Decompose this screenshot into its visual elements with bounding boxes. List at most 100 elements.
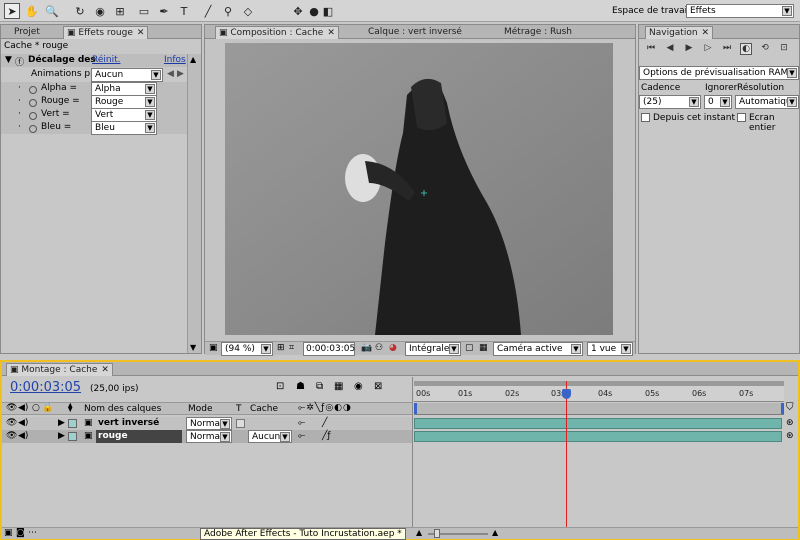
toggle-modes-icon[interactable]: ◙ (16, 528, 25, 538)
time-navigator[interactable] (414, 403, 784, 415)
preview-options-select[interactable]: Options de prévisualisation RAM ▼ (639, 66, 799, 80)
resolution-select[interactable]: Automatique ▼ (735, 95, 799, 109)
shy-icon[interactable]: ☗ (296, 381, 305, 392)
anim-presets-select[interactable]: Aucun ▼ (91, 68, 163, 82)
loop-icon[interactable]: ⟲ (759, 43, 771, 55)
navigator-start-handle[interactable] (414, 403, 417, 414)
twirl-icon[interactable]: · (18, 95, 21, 108)
clone-stamp-tool-icon[interactable]: ⚲ (220, 3, 236, 19)
axis-mode-icon[interactable]: ✥ (290, 3, 306, 19)
zoom-in-icon[interactable]: ▲ (492, 528, 498, 537)
from-current-checkbox[interactable] (641, 113, 650, 122)
close-icon[interactable]: ✕ (702, 28, 710, 38)
tab-composition[interactable]: ▣ Composition : Cache ✕ (215, 26, 339, 39)
zoom-out-icon[interactable]: ▲ (416, 528, 422, 537)
show-snapshot-icon[interactable]: ⚇ (375, 343, 383, 353)
snapshot-icon[interactable]: 📷 (361, 343, 372, 353)
playhead-handle[interactable] (562, 389, 571, 399)
expand-triangle-icon[interactable]: ▼ (5, 55, 12, 65)
first-frame-icon[interactable]: ⏮ (645, 43, 657, 55)
graph-editor-icon[interactable]: ⊠ (374, 381, 382, 392)
fullscreen-checkbox[interactable] (737, 113, 746, 122)
eraser-tool-icon[interactable]: ◇ (240, 3, 256, 19)
cadence-select[interactable]: (25) ▼ (639, 95, 701, 109)
safe-zones-icon[interactable]: ⌗ (289, 343, 294, 353)
zoom-slider-thumb[interactable] (434, 529, 440, 538)
stopwatch-icon[interactable] (29, 123, 40, 136)
ignore-field[interactable]: 0 ▼ (704, 95, 732, 109)
camera-select[interactable]: Caméra active ▼ (493, 342, 583, 356)
expand-triangle-icon[interactable]: ▶ (58, 430, 65, 443)
play-icon[interactable]: ▶ (683, 43, 695, 55)
resolution-select[interactable]: Intégrale ▼ (405, 342, 461, 356)
hand-tool-icon[interactable]: ✋ (24, 3, 40, 19)
grid-icon[interactable]: ⊞ (277, 343, 285, 353)
layer-marker-icon[interactable]: ⊛ (786, 418, 794, 428)
tab-footage[interactable]: Métrage : Rush (501, 26, 575, 39)
ram-preview-icon[interactable]: ⊡ (778, 43, 790, 55)
mode-select[interactable]: Normal ▼ (186, 417, 232, 430)
pan-behind-tool-icon[interactable]: ⊞ (112, 3, 128, 19)
twirl-icon[interactable]: · (18, 108, 21, 121)
layer-marker-icon[interactable]: ⊛ (786, 431, 794, 441)
table-row[interactable]: 👁 ◀) ▶ ▣ vert inversé Normal ▼ ⟜ ╱ (2, 417, 414, 430)
channel-icon[interactable]: ◕ (389, 343, 397, 353)
tab-navigation[interactable]: Navigation ✕ (645, 26, 714, 39)
scroll-down-icon[interactable]: ▼ (190, 343, 196, 352)
matte-select[interactable]: Aucun ▼ (248, 430, 292, 443)
shy-switch-icon[interactable]: ⟜ (298, 430, 305, 443)
table-row[interactable]: 👁 ◀) ▶ ▣ rouge Normal ▼ Aucun ▼ ⟜ ╱ƒ (2, 430, 414, 443)
tab-timeline[interactable]: ▣ Montage : Cache ✕ (6, 363, 113, 376)
always-preview-icon[interactable]: ▣ (209, 343, 218, 353)
views-select[interactable]: 1 vue ▼ (587, 342, 633, 356)
layer-name[interactable]: rouge (96, 430, 182, 443)
layer-bar-vert-inverse[interactable] (414, 418, 782, 429)
last-frame-icon[interactable]: ⏭ (721, 43, 733, 55)
quality-switch-icon[interactable]: ╱ƒ (322, 430, 331, 443)
quality-switch-icon[interactable]: ╱ (322, 417, 327, 430)
infos-link[interactable]: Infos (164, 55, 186, 65)
comp-mini-flowchart-icon[interactable]: ⊡ (276, 381, 284, 392)
preserve-transparency-checkbox[interactable] (236, 419, 245, 428)
visibility-icon[interactable]: 👁 (6, 430, 17, 443)
audio-icon[interactable]: ◀) (18, 417, 28, 430)
toggle-transfer-icon[interactable]: ⋯ (28, 528, 37, 538)
col-layer-name[interactable]: Nom des calques (84, 404, 161, 414)
left-scrollbar[interactable]: ▲ ▼ (187, 54, 201, 353)
visibility-icon[interactable]: 👁 (6, 417, 17, 430)
zoom-tool-icon[interactable]: 🔍 (44, 3, 60, 19)
prev-frame-icon[interactable]: ◀ (664, 43, 676, 55)
twirl-icon[interactable]: · (18, 82, 21, 95)
rectangle-mask-tool-icon[interactable]: ▭ (136, 3, 152, 19)
frame-blending-icon[interactable]: ⧉ (316, 381, 323, 392)
world-axis-icon[interactable]: ◧ (320, 3, 336, 19)
close-icon[interactable]: ✕ (327, 28, 335, 38)
selection-tool-icon[interactable]: ➤ (4, 3, 20, 19)
audio-icon[interactable]: ◐ (740, 43, 752, 55)
next-frame-icon[interactable]: ▷ (702, 43, 714, 55)
mode-select[interactable]: Normal ▼ (186, 430, 232, 443)
shy-switch-icon[interactable]: ⟜ (298, 417, 305, 430)
green-select[interactable]: Vert ▼ (91, 108, 157, 122)
transparency-grid-icon[interactable]: ▦ (479, 343, 488, 353)
workspace-select[interactable]: Effets ▼ (686, 4, 794, 18)
prev-preset-icon[interactable]: ◀ (167, 69, 174, 79)
layer-bar-rouge[interactable] (414, 431, 782, 442)
comp-viewer[interactable] (225, 43, 613, 335)
rotate-tool-icon[interactable]: ↻ (72, 3, 88, 19)
layer-name[interactable]: vert inversé (98, 417, 159, 430)
tab-layer[interactable]: Calque : vert inversé (365, 26, 465, 39)
close-icon[interactable]: ✕ (101, 365, 109, 375)
close-icon[interactable]: ✕ (137, 28, 145, 38)
navigator-end-handle[interactable] (781, 403, 784, 414)
timecode-field[interactable]: 0:00:03:05 (303, 342, 355, 356)
camera-orbit-tool-icon[interactable]: ◉ (92, 3, 108, 19)
motion-blur-icon[interactable]: ▦ (334, 381, 343, 392)
expand-triangle-icon[interactable]: ▶ (58, 417, 65, 430)
blue-select[interactable]: Bleu ▼ (91, 121, 157, 135)
label-color-swatch[interactable] (68, 419, 77, 428)
brainstorm-icon[interactable]: ◉ (354, 381, 363, 392)
playhead-line[interactable] (566, 381, 567, 527)
reset-link[interactable]: Réinit. (92, 55, 120, 65)
zoom-select[interactable]: (94 %) ▼ (221, 342, 273, 356)
